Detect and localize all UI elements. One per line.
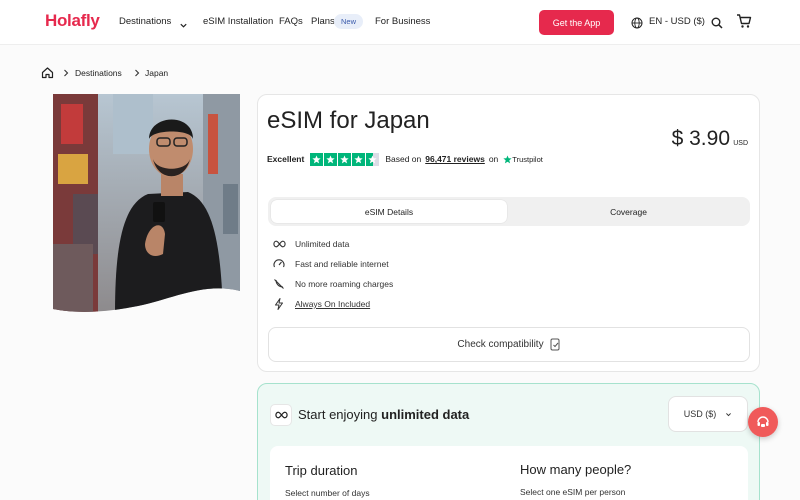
- reviews-link[interactable]: 96,471 reviews: [425, 154, 485, 164]
- price: $ 3.90: [671, 127, 730, 150]
- trip-duration-title: Trip duration: [285, 463, 358, 478]
- nav-plans[interactable]: Plans: [311, 16, 335, 27]
- currency-select-value: USD ($): [683, 409, 717, 419]
- nav-esim-installation[interactable]: eSIM Installation: [203, 16, 273, 27]
- no-roaming-icon: [272, 277, 286, 291]
- feature-fast-internet: Fast and reliable internet: [272, 257, 389, 271]
- nav-for-business[interactable]: For Business: [375, 16, 430, 27]
- tab-esim-details[interactable]: eSIM Details: [271, 200, 507, 223]
- feature-text: No more roaming charges: [295, 279, 394, 289]
- breadcrumb-separator-icon: [134, 69, 140, 79]
- star-icon: [352, 152, 366, 166]
- feature-unlimited-data: Unlimited data: [272, 237, 349, 251]
- holafly-logo[interactable]: Holafly: [45, 11, 100, 31]
- breadcrumb-current-page: Japan: [145, 68, 169, 78]
- feature-text: Unlimited data: [295, 239, 350, 249]
- feature-always-on: Always On Included: [272, 297, 370, 311]
- rating-on: on: [488, 154, 499, 164]
- support-chat-button[interactable]: [748, 407, 778, 437]
- plan-title: Start enjoying unlimited data: [298, 407, 469, 422]
- chevron-down-icon: [726, 412, 732, 416]
- rating-label: Excellent: [267, 154, 305, 164]
- product-card: eSIM for Japan $ 3.90 USD Excellent Base…: [257, 94, 760, 372]
- globe-icon[interactable]: [631, 16, 643, 34]
- infinity-icon: [270, 404, 292, 426]
- plan-options-panel: Trip duration Select number of days How …: [270, 446, 748, 500]
- price-currency: USD: [733, 140, 748, 147]
- check-compatibility-button[interactable]: Check compatibility: [268, 327, 750, 362]
- lightning-icon: [272, 297, 286, 311]
- half-star-icon: [366, 152, 380, 166]
- nav-faqs[interactable]: FAQs: [279, 16, 303, 27]
- trustpilot-name: Trustpilot: [512, 154, 543, 164]
- rating-based-on: Based on: [385, 154, 422, 164]
- rating-stars: [310, 152, 380, 166]
- infinity-icon: [272, 237, 286, 251]
- tab-coverage[interactable]: Coverage: [510, 200, 747, 223]
- trip-duration-subtitle: Select number of days: [285, 488, 370, 498]
- nav-destinations[interactable]: Destinations: [119, 16, 171, 27]
- trustpilot-logo[interactable]: Trustpilot: [503, 155, 543, 164]
- site-header: Holafly Destinations eSIM Installation F…: [0, 0, 800, 45]
- trustpilot-star-icon: [503, 154, 512, 163]
- feature-no-roaming: No more roaming charges: [272, 277, 393, 291]
- feature-text: Fast and reliable internet: [295, 259, 389, 269]
- phone-check-icon: [550, 338, 560, 351]
- star-icon: [310, 152, 324, 166]
- language-currency-selector[interactable]: EN - USD ($): [649, 16, 705, 27]
- chevron-down-icon[interactable]: [179, 17, 188, 35]
- breadcrumb-separator-icon: [63, 69, 69, 79]
- details-tabs: eSIM Details Coverage: [268, 197, 750, 226]
- page-title: eSIM for Japan: [267, 107, 430, 134]
- breadcrumb-destinations[interactable]: Destinations: [75, 68, 122, 78]
- people-title: How many people?: [520, 462, 632, 477]
- plan-title-prefix: Start enjoying: [298, 407, 378, 422]
- plan-title-bold: unlimited data: [381, 407, 470, 422]
- chat-icon: [757, 416, 769, 427]
- plan-selector-card: Start enjoying unlimited data USD ($) Tr…: [257, 383, 760, 500]
- star-icon: [338, 152, 352, 166]
- hero-image: [53, 94, 240, 314]
- search-icon[interactable]: [711, 16, 723, 34]
- trustpilot-rating: Excellent Based on 96,471 reviews on Tru…: [267, 152, 543, 166]
- star-icon: [324, 152, 338, 166]
- speedometer-icon: [272, 257, 286, 271]
- currency-select[interactable]: USD ($): [668, 396, 748, 432]
- cart-icon[interactable]: [736, 13, 752, 34]
- home-icon[interactable]: [41, 66, 54, 84]
- new-badge: New: [334, 14, 364, 29]
- always-on-link[interactable]: Always On Included: [295, 299, 370, 309]
- get-the-app-button[interactable]: Get the App: [539, 10, 614, 35]
- people-subtitle: Select one eSIM per person: [520, 487, 626, 497]
- check-compatibility-label: Check compatibility: [457, 339, 544, 350]
